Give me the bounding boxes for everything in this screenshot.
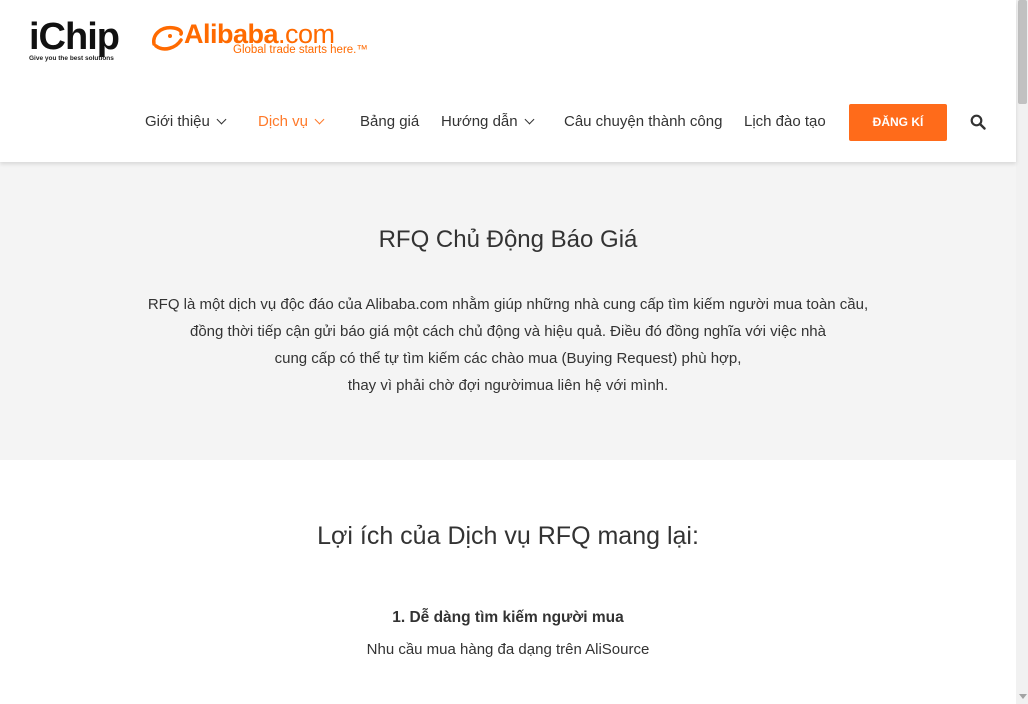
chevron-down-icon [216,114,227,125]
nav-label: Giới thiệu [145,113,210,130]
alibaba-slogan: Global trade starts here.™ [233,44,368,56]
nav-label: Bảng giá [360,113,420,130]
nav-label: Lịch đào tạo [744,113,826,130]
ichip-logo-text: iChip [29,16,120,58]
hero-line: RFQ là một dịch vụ độc đáo của Alibaba.c… [147,296,869,313]
page-title: RFQ Chủ Động Báo Giá [378,226,638,253]
benefit-text: Nhu cầu mua hàng đa dạng trên AliSource [366,641,650,658]
alibaba-logo[interactable]: Alibaba.com Global trade starts here.™ [150,18,380,62]
benefits-title: Lợi ích của Dịch vụ RFQ mang lại: [317,522,699,550]
nav-item-gioi-thieu[interactable]: Giới thiệu [145,104,227,140]
ichip-logo[interactable]: iChip Give you the best solutions [29,18,141,64]
nav-item-huong-dan[interactable]: Hướng dẫn [441,104,535,140]
nav-item-bang-gia[interactable]: Bảng giá [360,104,419,140]
ichip-logo-tagline: Give you the best solutions [29,55,114,62]
hero-paragraph: RFQ là một dịch vụ độc đáo của Alibaba.c… [0,291,1016,399]
nav-label: Dịch vụ [258,113,309,130]
hero-line: đồng thời tiếp cận gửi báo giá một cách … [190,323,826,340]
alibaba-smile-icon [152,25,183,51]
scrollbar-thumb[interactable] [1018,0,1027,104]
hero-line: thay vì phải chờ đợi ngườimua liên hệ vớ… [347,377,669,394]
benefit-heading: 1. Dễ dàng tìm kiếm người mua [392,609,624,626]
chevron-down-icon [524,114,535,125]
search-icon[interactable] [970,114,986,130]
nav-item-dich-vu[interactable]: Dịch vụ [258,104,325,140]
scrollbar-track[interactable] [1016,0,1028,704]
chevron-down-icon [314,114,325,125]
nav-item-lich-dao-tao[interactable]: Lịch đào tạo [744,104,826,140]
hero-line: cung cấp có thể tự tìm kiếm các chào mua… [274,350,742,367]
hero-section: RFQ Chủ Động Báo Giá RFQ là một dịch vụ … [0,162,1016,460]
register-button[interactable]: ĐĂNG KÍ [849,104,947,141]
scroll-down-arrow-icon[interactable] [1019,694,1027,699]
nav-label: Hướng dẫn [441,113,518,130]
nav-item-cau-chuyen[interactable]: Câu chuyện thành công [564,104,722,140]
site-header: iChip Give you the best solutions Alibab… [0,0,1016,162]
nav-label: Câu chuyện thành công [564,113,723,130]
